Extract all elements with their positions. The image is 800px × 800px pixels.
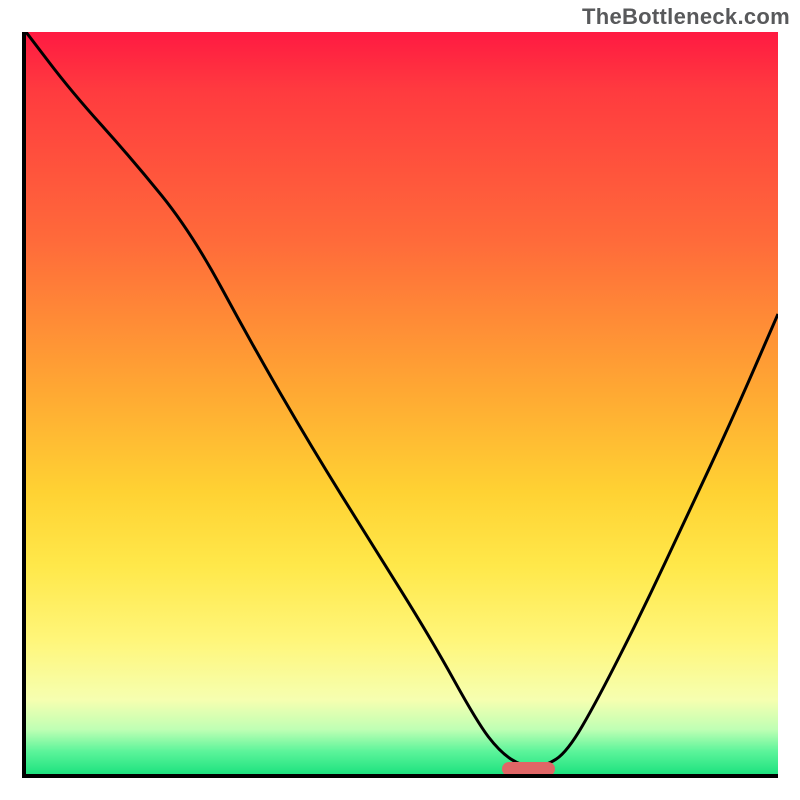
- attribution-label: TheBottleneck.com: [582, 4, 790, 30]
- chart-curve: [26, 32, 778, 774]
- chart-plot-area: [22, 32, 778, 778]
- optimum-marker: [502, 762, 555, 776]
